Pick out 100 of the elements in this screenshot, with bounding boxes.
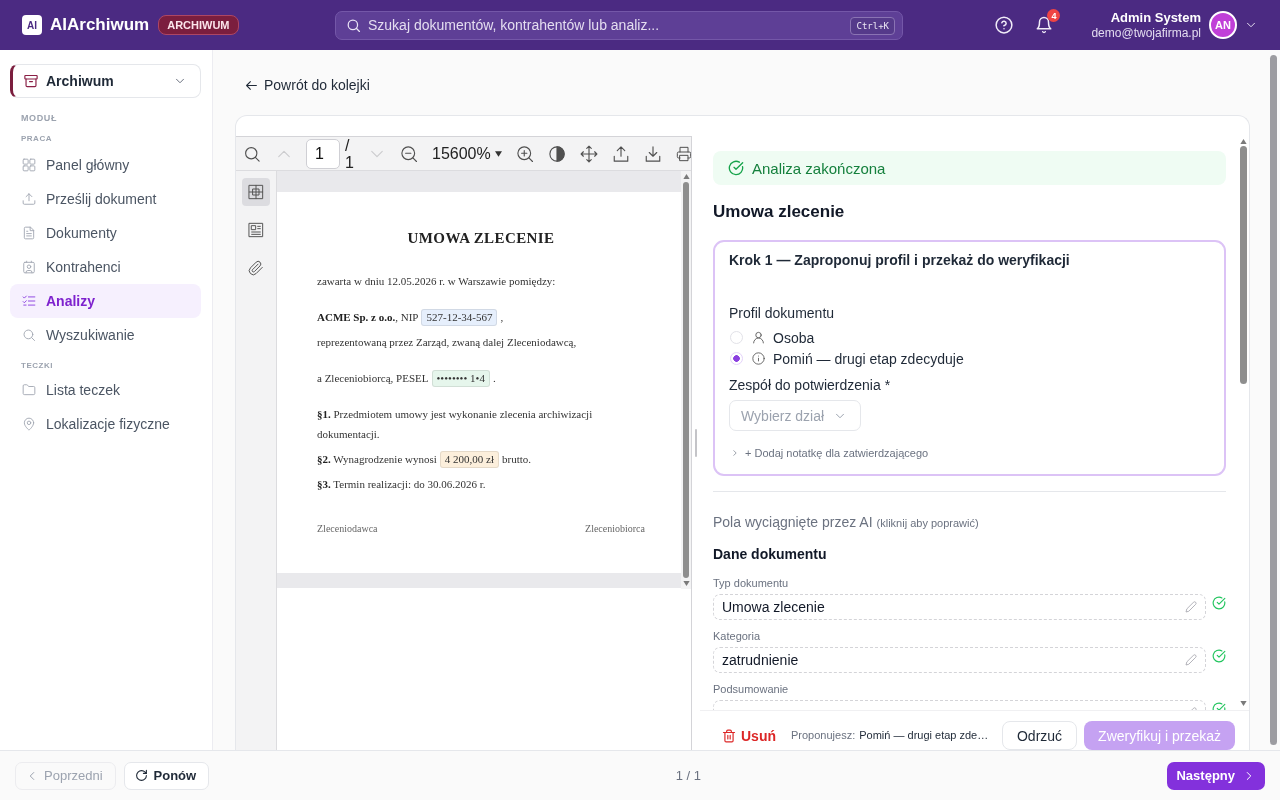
highlighted-value: 527-12-34-567	[421, 309, 498, 326]
field-label: Podsumowanie	[713, 682, 789, 696]
pencil-icon	[1185, 654, 1197, 666]
move-icon[interactable]	[579, 144, 598, 163]
search-icon	[22, 328, 36, 342]
archive-icon	[24, 74, 38, 88]
check-circle-icon	[728, 160, 744, 176]
caret-down-icon	[494, 150, 502, 157]
scrollbar-thumb[interactable]	[1270, 55, 1277, 745]
nav-item[interactable]: Panel główny	[10, 148, 201, 182]
notification-badge: 4	[1047, 9, 1061, 22]
grid-icon	[22, 158, 36, 172]
section-heading: TECZKI	[21, 361, 53, 371]
paragraph-text: ACME Sp. z o.o., NIP	[317, 311, 419, 323]
proposal-value: Pomiń — drugi etap zde…	[859, 728, 989, 743]
user-name: Admin System	[1110, 10, 1201, 26]
print-icon[interactable]	[675, 145, 691, 162]
trash-icon	[722, 728, 736, 743]
document-outline-icon	[248, 222, 264, 238]
paragraph-text: a Zleceniobiorcą, PESEL	[317, 372, 429, 384]
checklist-icon	[22, 294, 36, 308]
search-icon[interactable]	[243, 144, 261, 163]
nav-item[interactable]: Prześlij dokument	[10, 182, 201, 216]
module-switcher[interactable]: Archiwum	[10, 64, 201, 98]
thumbnail-grid-icon	[248, 184, 264, 200]
signature-label: Zleceniodawca	[317, 522, 378, 536]
help-icon[interactable]	[995, 16, 1014, 34]
field-label: Typ dokumentu	[713, 576, 789, 590]
section-title: Dane dokumentu	[713, 545, 827, 564]
arrow-left-icon	[245, 78, 258, 92]
caret-up-icon[interactable]	[1240, 139, 1247, 144]
caret-down-icon[interactable]	[1240, 701, 1247, 706]
scrollbar-thumb[interactable]	[683, 182, 689, 578]
upload-icon[interactable]	[611, 144, 630, 163]
half-circle-icon[interactable]	[547, 144, 566, 163]
section-heading: MODUŁ	[21, 113, 57, 124]
map-pin-icon	[22, 417, 36, 431]
download-icon[interactable]	[643, 144, 662, 163]
paragraph-text: .	[492, 372, 496, 384]
text-field[interactable]: zatrudnienie	[713, 647, 1206, 673]
text-field[interactable]: Umowa zlecenie	[713, 594, 1206, 620]
retry-button[interactable]: Ponów	[123, 761, 210, 790]
user-email: demo@twojafirma.pl	[1091, 26, 1201, 40]
paragraph-text: reprezentowaną przez Zarząd, zwaną dalej Zleceniodawcą,	[317, 336, 577, 348]
pencil-icon	[1185, 601, 1197, 613]
search-icon	[346, 17, 361, 33]
page-total: / 1	[345, 137, 354, 170]
zoom-out-icon[interactable]	[400, 144, 418, 163]
scrollbar-thumb[interactable]	[1240, 146, 1247, 384]
paperclip-icon	[248, 260, 264, 276]
user-avatar[interactable]: AN	[1209, 11, 1237, 39]
paragraph-text: ,	[500, 311, 504, 323]
caret-down-icon[interactable]	[682, 581, 690, 586]
nav-item[interactable]: Dokumenty	[10, 216, 201, 250]
nav-item[interactable]: Analizy	[10, 284, 201, 318]
paragraph-text: brutto.	[502, 453, 532, 465]
nav-item[interactable]: Wyszukiwanie	[10, 318, 201, 352]
step-title: Krok 1 — Zaproponuj profil i przekaż do weryfikacji	[729, 251, 1070, 270]
radio-button[interactable]	[730, 352, 743, 365]
resize-handle[interactable]	[695, 429, 697, 457]
nav-item[interactable]: Kontrahenci	[10, 250, 201, 284]
signature-label: Zleceniobiorca	[585, 522, 645, 536]
hint-text: (kliknij aby poprawić)	[876, 516, 979, 531]
nav-item[interactable]: Lokalizacje fizyczne	[10, 407, 201, 441]
page-counter: 1 / 1	[675, 768, 701, 783]
back-link[interactable]: Powrót do kolejki	[245, 77, 370, 93]
section-heading: PRACA	[21, 134, 52, 144]
highlighted-value: •••••••• 1•4	[431, 370, 490, 387]
caret-up-icon[interactable]	[682, 174, 690, 179]
document-title: UMOWA ZLECENIE	[407, 229, 555, 248]
thumbnails-tab[interactable]	[242, 178, 270, 206]
paragraph-text: zawarta w dniu 12.05.2026 r. w Warszawie pomiędzy:	[317, 275, 556, 287]
field-label: Kategoria	[713, 629, 761, 643]
proposal-label: Proponujesz:	[791, 728, 856, 743]
paragraph-text: §3. Termin realizacji: do 30.06.2026 r.	[317, 478, 486, 490]
paragraph-text: §2. Wynagrodzenie wynosi	[317, 453, 437, 465]
app-name: AIArchiwum	[50, 15, 150, 35]
highlighted-value: 4 200,00 zł	[439, 451, 499, 468]
delete-button[interactable]: Usuń	[715, 721, 783, 750]
next-button[interactable]: Następny	[1167, 761, 1265, 790]
add-note-toggle[interactable]: + Dodaj notatkę dla zatwierdzającego	[729, 445, 929, 461]
reject-button[interactable]: Odrzuć	[1001, 721, 1078, 750]
zoom-in-icon[interactable]	[515, 144, 534, 163]
module-badge: ARCHIWUM	[158, 15, 239, 35]
zoom-select[interactable]: 15600%	[432, 144, 502, 163]
radio-button[interactable]	[730, 331, 743, 344]
document-icon	[22, 226, 36, 240]
folder-icon	[22, 383, 36, 397]
section-label: Pola wyciągnięte przez AI	[713, 513, 873, 532]
option-label[interactable]: Pomiń — drugi etap zdecyduje	[773, 350, 964, 367]
upload-icon	[22, 192, 36, 206]
option-label[interactable]: Osoba	[773, 329, 815, 346]
nav-item[interactable]: Lista teczek	[10, 373, 201, 407]
contact-card-icon	[22, 260, 36, 274]
user-icon	[752, 331, 765, 344]
group-label: Profil dokumentu	[729, 304, 835, 323]
refresh-icon	[134, 769, 148, 782]
page-number-input[interactable]: 1	[306, 138, 340, 169]
app-logo: AI	[22, 15, 42, 35]
info-icon	[752, 352, 765, 365]
